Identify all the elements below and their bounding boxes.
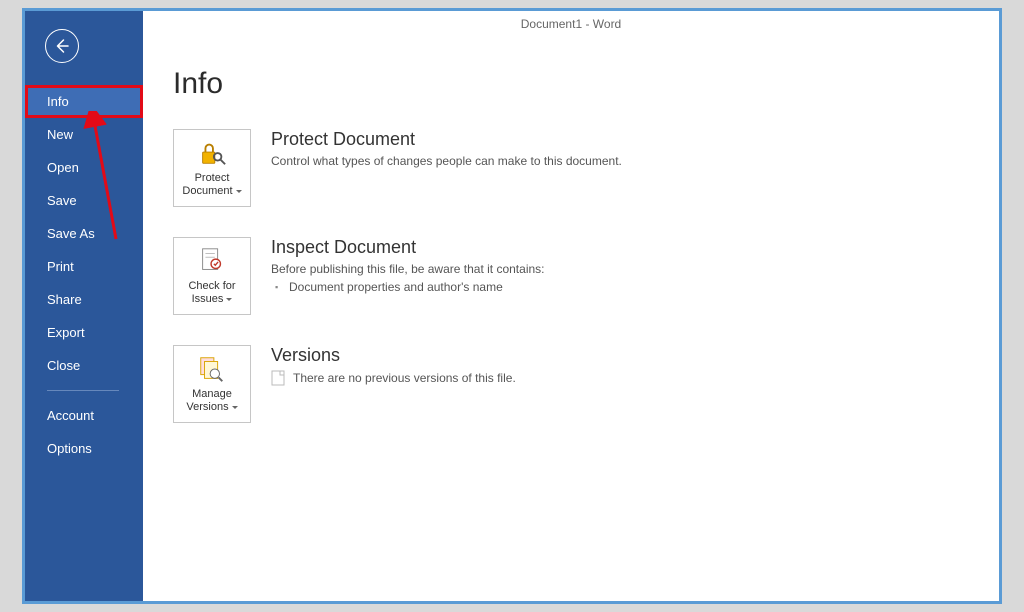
- sidebar-item-print[interactable]: Print: [25, 250, 143, 283]
- sidebar-item-label: Options: [47, 441, 92, 456]
- inspect-document-icon: [197, 246, 227, 276]
- sidebar-item-label: Save: [47, 193, 77, 208]
- section-versions: Manage Versions Versions There are no pr…: [173, 345, 969, 423]
- manage-versions-button[interactable]: Manage Versions: [173, 345, 251, 423]
- section-text: Inspect Document Before publishing this …: [271, 237, 545, 294]
- versions-line: There are no previous versions of this f…: [271, 370, 516, 386]
- section-text: Versions There are no previous versions …: [271, 345, 516, 386]
- sidebar-item-label: Open: [47, 160, 79, 175]
- check-for-issues-button[interactable]: Check for Issues: [173, 237, 251, 315]
- manage-versions-icon: [197, 354, 227, 384]
- tile-label: Check for Issues: [188, 280, 235, 305]
- window-title: Document1 - Word: [143, 17, 999, 31]
- tile-label: Protect Document: [182, 172, 241, 197]
- section-desc: Control what types of changes people can…: [271, 154, 622, 168]
- versions-desc: There are no previous versions of this f…: [293, 371, 516, 385]
- backstage-sidebar: Info New Open Save Save As Print Share E…: [25, 11, 143, 601]
- sidebar-item-label: Account: [47, 408, 94, 423]
- protect-document-button[interactable]: Protect Document: [173, 129, 251, 207]
- sidebar-item-label: Export: [47, 325, 85, 340]
- tile-label: Manage Versions: [186, 388, 237, 413]
- inspect-bullets: Document properties and author's name: [271, 280, 545, 294]
- sidebar-item-save[interactable]: Save: [25, 184, 143, 217]
- sidebar-item-label: Close: [47, 358, 80, 373]
- sidebar-item-new[interactable]: New: [25, 118, 143, 151]
- sidebar-item-options[interactable]: Options: [25, 432, 143, 465]
- section-text: Protect Document Control what types of c…: [271, 129, 622, 168]
- sidebar-item-label: Print: [47, 259, 74, 274]
- sidebar-item-info[interactable]: Info: [25, 85, 143, 118]
- sidebar-item-label: Share: [47, 292, 82, 307]
- section-title: Protect Document: [271, 129, 622, 150]
- sidebar-item-export[interactable]: Export: [25, 316, 143, 349]
- section-title: Inspect Document: [271, 237, 545, 258]
- document-icon: [271, 370, 285, 386]
- back-button[interactable]: [45, 29, 79, 63]
- sidebar-item-save-as[interactable]: Save As: [25, 217, 143, 250]
- sidebar-divider: [47, 390, 119, 391]
- section-inspect: Check for Issues Inspect Document Before…: [173, 237, 969, 315]
- sidebar-item-share[interactable]: Share: [25, 283, 143, 316]
- word-backstage-window: ‹ kompiwin ‹ kompiwin ‹ kompiwin ‹ kompi…: [22, 8, 1002, 604]
- sidebar-item-label: Save As: [47, 226, 95, 241]
- sidebar-item-account[interactable]: Account: [25, 399, 143, 432]
- section-desc: Before publishing this file, be aware th…: [271, 262, 545, 276]
- page-title: Info: [173, 67, 969, 101]
- section-title: Versions: [271, 345, 516, 366]
- backstage-main: Document1 - Word Info Protect Document P…: [143, 11, 999, 601]
- inspect-bullet: Document properties and author's name: [271, 280, 545, 294]
- sidebar-item-close[interactable]: Close: [25, 349, 143, 382]
- lock-key-icon: [197, 138, 227, 168]
- back-arrow-icon: [53, 37, 71, 55]
- sidebar-item-label: Info: [47, 94, 69, 109]
- section-protect: Protect Document Protect Document Contro…: [173, 129, 969, 207]
- sidebar-item-label: New: [47, 127, 73, 142]
- sidebar-item-open[interactable]: Open: [25, 151, 143, 184]
